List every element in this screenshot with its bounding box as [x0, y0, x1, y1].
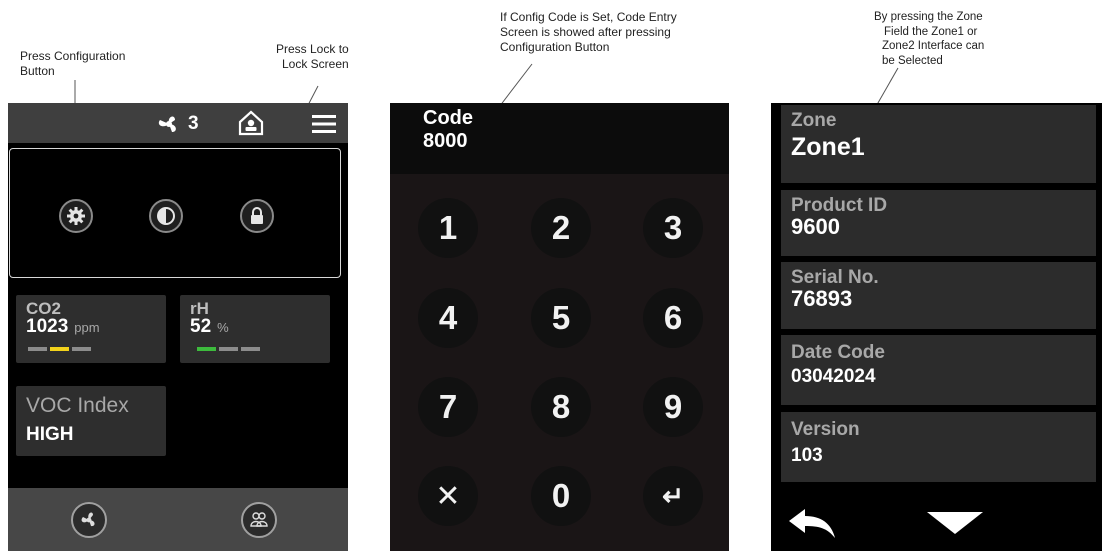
clear-key[interactable]: ✕ [418, 466, 478, 526]
key-8[interactable]: 8 [531, 377, 591, 437]
key-3[interactable]: 3 [643, 198, 703, 258]
product-id-field: Product ID 9600 [781, 190, 1096, 256]
zone-field-value: Zone1 [791, 133, 865, 161]
zones-icon [250, 512, 268, 527]
info-screen: Zone Zone1 Product ID 9600 Serial No. 76893 Da… [771, 103, 1102, 551]
co2-unit: ppm [74, 320, 100, 335]
annotation-code: If Config Code is Set, Code Entry Screen… [500, 10, 677, 55]
key-9[interactable]: 9 [643, 377, 703, 437]
zones-button[interactable] [241, 502, 277, 538]
annotation-line: be Selected [882, 54, 943, 67]
rh-level-bars [197, 347, 260, 351]
code-label: Code [423, 107, 473, 129]
serial-number-field-value: 76893 [791, 286, 853, 311]
voc-value: HIGH [26, 424, 74, 445]
bottom-nav [8, 488, 348, 551]
date-code-field-label: Date Code [791, 342, 885, 363]
annotation-line: Button [20, 64, 55, 78]
fan-icon [158, 116, 176, 132]
lock-icon [251, 207, 263, 224]
status-bar: 3 [8, 103, 348, 143]
key-6[interactable]: 6 [643, 288, 703, 348]
annotation-line: If Config Code is Set, Code Entry [500, 10, 677, 24]
annotation-line: By pressing the Zone [874, 11, 983, 23]
fan-mode-icon [81, 512, 95, 527]
zone-field[interactable]: Zone Zone1 [781, 105, 1096, 183]
annotation-line: Press Lock to [276, 42, 349, 56]
hamburger-menu-icon[interactable] [312, 115, 336, 138]
zone-field-label: Zone [791, 110, 837, 131]
co2-value-line: 1023 ppm [26, 316, 100, 338]
annotation-line: Zone2 Interface can [882, 40, 985, 52]
key-1[interactable]: 1 [418, 198, 478, 258]
date-code-field-value: 03042024 [791, 366, 876, 387]
annotation-line: Field the Zone1 or [884, 25, 978, 38]
key-0[interactable]: 0 [531, 466, 591, 526]
co2-value: 1023 [26, 316, 69, 337]
annotation-line: Press Configuration [20, 49, 126, 63]
version-field-value: 103 [791, 445, 823, 466]
key-7[interactable]: 7 [418, 377, 478, 437]
product-id-field-value: 9600 [791, 214, 840, 239]
down-arrow-icon[interactable] [927, 512, 983, 534]
rh-level-bar [241, 347, 260, 351]
house-person-icon[interactable] [238, 110, 264, 141]
key-4[interactable]: 4 [418, 288, 478, 348]
voc-label: VOC Index [26, 394, 129, 417]
lock-button[interactable] [240, 199, 274, 233]
annotation-zone: By pressing the Zone Field the Zone1 or … [872, 10, 984, 68]
fan-mode-button[interactable] [71, 502, 107, 538]
serial-number-field: Serial No. 76893 [781, 262, 1096, 329]
rh-level-bar [219, 347, 238, 351]
main-screen: 3 CO2 1023 ppm rH 52 % VOC Index HIGH [8, 103, 348, 551]
enter-key[interactable]: ↵ [643, 466, 703, 526]
code-header: Code 8000 [390, 103, 729, 174]
rh-unit: % [217, 320, 229, 335]
date-code-field: Date Code 03042024 [781, 335, 1096, 405]
annotation-lock: Press Lock to Lock Screen [276, 42, 349, 72]
rh-tile[interactable]: rH 52% [180, 295, 330, 363]
annotation-line: Screen is showed after pressing [500, 25, 671, 39]
code-value: 8000 [423, 130, 468, 152]
co2-level-bar [50, 347, 69, 351]
control-panel [9, 148, 341, 278]
annotation-config: Press Configuration Button [20, 49, 125, 79]
code-entry-screen: Code 8000 1 2 3 4 5 6 7 8 9 ✕ 0 ↵ [390, 103, 729, 551]
co2-level-bar [28, 347, 47, 351]
version-field-label: Version [791, 419, 860, 440]
rh-value: 52 [190, 316, 212, 337]
co2-tile[interactable]: CO2 1023 ppm [16, 295, 166, 363]
configuration-button[interactable] [59, 199, 93, 233]
co2-level-bar [72, 347, 91, 351]
key-2[interactable]: 2 [531, 198, 591, 258]
back-arrow-icon[interactable] [787, 507, 841, 541]
contrast-button[interactable] [149, 199, 183, 233]
fan-speed-indicator[interactable]: 3 [154, 113, 199, 135]
annotation-line: Configuration Button [500, 40, 610, 54]
rh-value-line: 52% [190, 316, 229, 338]
key-5[interactable]: 5 [531, 288, 591, 348]
co2-level-bars [28, 347, 91, 351]
gear-icon [67, 207, 85, 225]
annotation-line: Lock Screen [282, 57, 349, 71]
fan-speed-value: 3 [188, 113, 199, 134]
contrast-icon [157, 207, 175, 225]
rh-level-bar [197, 347, 216, 351]
version-field: Version 103 [781, 412, 1096, 482]
voc-tile[interactable]: VOC Index HIGH [16, 386, 166, 456]
